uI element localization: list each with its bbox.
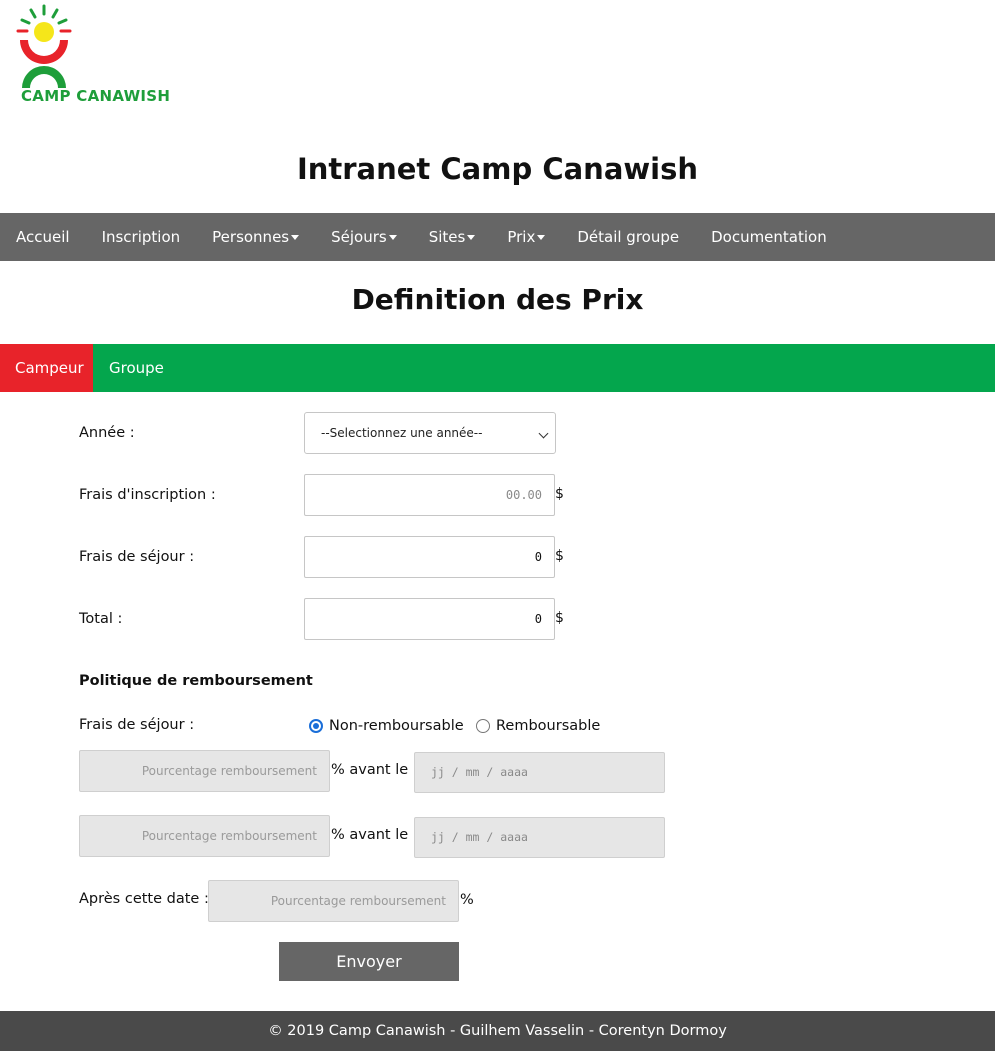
nav-label: Accueil xyxy=(16,228,70,246)
nav-label: Personnes xyxy=(212,228,290,246)
radio-unchecked-icon[interactable] xyxy=(476,719,490,733)
nav-detail-groupe[interactable]: Détail groupe xyxy=(561,213,695,261)
frais-inscription-label: Frais d'inscription : xyxy=(79,487,216,503)
currency-unit: $ xyxy=(555,486,564,502)
refund-percent-input-1[interactable]: Pourcentage remboursement xyxy=(79,750,330,792)
nav-sites-dropdown[interactable]: Sites xyxy=(413,213,492,261)
frais-sejour-input[interactable]: 0 xyxy=(304,536,555,578)
logo-text: CAMP CANAWISH xyxy=(21,87,171,105)
frais-sejour-label: Frais de séjour : xyxy=(79,549,195,565)
avant-le-label: % avant le xyxy=(331,762,409,778)
avant-le-label: % avant le xyxy=(331,827,409,843)
camp-logo[interactable]: CAMP CANAWISH xyxy=(14,4,174,108)
refund-percent-input-2[interactable]: Pourcentage remboursement xyxy=(79,815,330,857)
tab-groupe[interactable]: Groupe xyxy=(93,344,180,392)
frais-inscription-input[interactable]: 00.00 xyxy=(304,474,555,516)
nav-inscription[interactable]: Inscription xyxy=(86,213,197,261)
nav-label: Détail groupe xyxy=(577,228,680,246)
caret-down-icon xyxy=(467,235,476,240)
annee-selected-value: --Selectionnez une année-- xyxy=(321,426,483,440)
total-input[interactable]: 0 xyxy=(304,598,555,640)
tab-campeur[interactable]: Campeur xyxy=(0,344,93,392)
submit-button[interactable]: Envoyer xyxy=(279,942,459,981)
page-title: Definition des Prix xyxy=(351,283,644,316)
apres-date-label: Après cette date : xyxy=(79,891,209,907)
annee-select[interactable]: --Selectionnez une année-- xyxy=(304,412,556,454)
percent-unit: % xyxy=(460,892,474,908)
refund-date-input-1[interactable]: jj / mm / aaaa xyxy=(414,752,665,793)
nav-prix-dropdown[interactable]: Prix xyxy=(491,213,561,261)
radio-non-remboursable[interactable]: Non-remboursable xyxy=(309,716,464,736)
apres-percent-input[interactable]: Pourcentage remboursement xyxy=(208,880,459,922)
nav-label: Prix xyxy=(507,228,536,246)
footer: © 2019 Camp Canawish - Guilhem Vasselin … xyxy=(0,1011,995,1051)
annee-label: Année : xyxy=(79,425,135,441)
chevron-down-icon xyxy=(538,428,549,439)
currency-unit: $ xyxy=(555,610,564,626)
caret-down-icon xyxy=(388,235,397,240)
radio-label: Remboursable xyxy=(496,718,601,734)
nav-label: Sites xyxy=(428,228,466,246)
tab-bar: Campeur Groupe xyxy=(0,344,995,392)
nav-documentation[interactable]: Documentation xyxy=(695,213,843,261)
sun-logo-icon xyxy=(16,4,72,88)
radio-checked-icon[interactable] xyxy=(309,719,323,733)
nav-personnes-dropdown[interactable]: Personnes xyxy=(196,213,315,261)
radio-label: Non-remboursable xyxy=(329,718,464,734)
refund-policy-heading: Politique de remboursement xyxy=(79,673,313,689)
refund-date-input-2[interactable]: jj / mm / aaaa xyxy=(414,817,665,858)
site-title: Intranet Camp Canawish xyxy=(296,152,699,186)
caret-down-icon xyxy=(291,235,300,240)
nav-label: Documentation xyxy=(711,228,827,246)
nav-sejours-dropdown[interactable]: Séjours xyxy=(315,213,413,261)
nav-accueil[interactable]: Accueil xyxy=(0,213,86,261)
nav-label: Séjours xyxy=(331,228,387,246)
radio-remboursable[interactable]: Remboursable xyxy=(476,716,600,736)
main-nav: Accueil Inscription Personnes Séjours Si… xyxy=(0,213,995,261)
total-label: Total : xyxy=(79,611,123,627)
currency-unit: $ xyxy=(555,548,564,564)
refund-frais-label: Frais de séjour : xyxy=(79,717,195,733)
caret-down-icon xyxy=(537,235,546,240)
nav-label: Inscription xyxy=(101,228,181,246)
